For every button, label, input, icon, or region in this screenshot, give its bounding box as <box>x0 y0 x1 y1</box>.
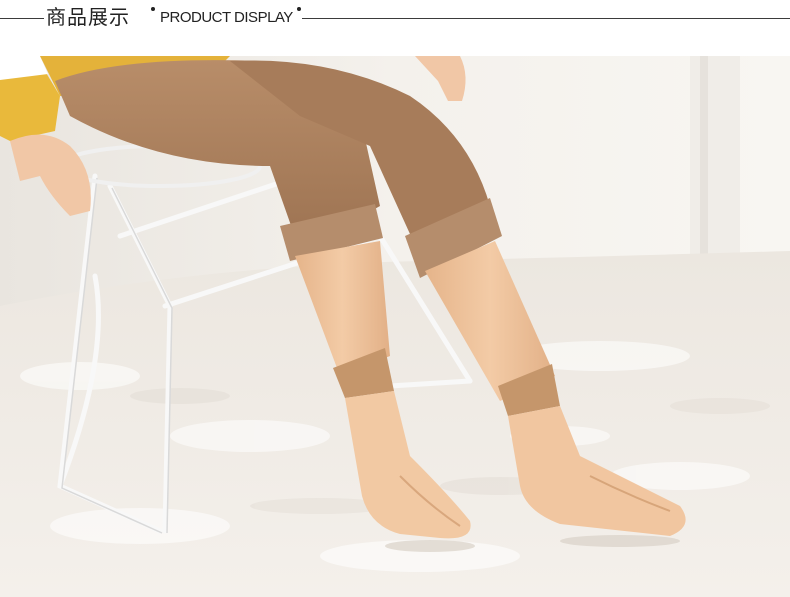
foot-shadow-right <box>560 535 680 547</box>
section-title-en: PRODUCT DISPLAY <box>160 9 293 26</box>
curtain-fold <box>700 56 708 266</box>
header-dot-right <box>297 7 301 11</box>
section-title-cn: 商品展示 <box>46 5 130 29</box>
header-divider-right <box>302 18 790 19</box>
product-photo <box>0 56 790 597</box>
foot-shadow-left <box>385 540 475 552</box>
product-display-page: 商品展示 PRODUCT DISPLAY <box>0 0 790 597</box>
header-dot <box>151 7 155 11</box>
curtain <box>690 56 740 266</box>
sweater-sleeve <box>0 71 60 141</box>
product-photo-illustration <box>0 56 790 597</box>
header-divider-left <box>0 18 44 19</box>
section-header: 商品展示 PRODUCT DISPLAY <box>0 0 790 36</box>
